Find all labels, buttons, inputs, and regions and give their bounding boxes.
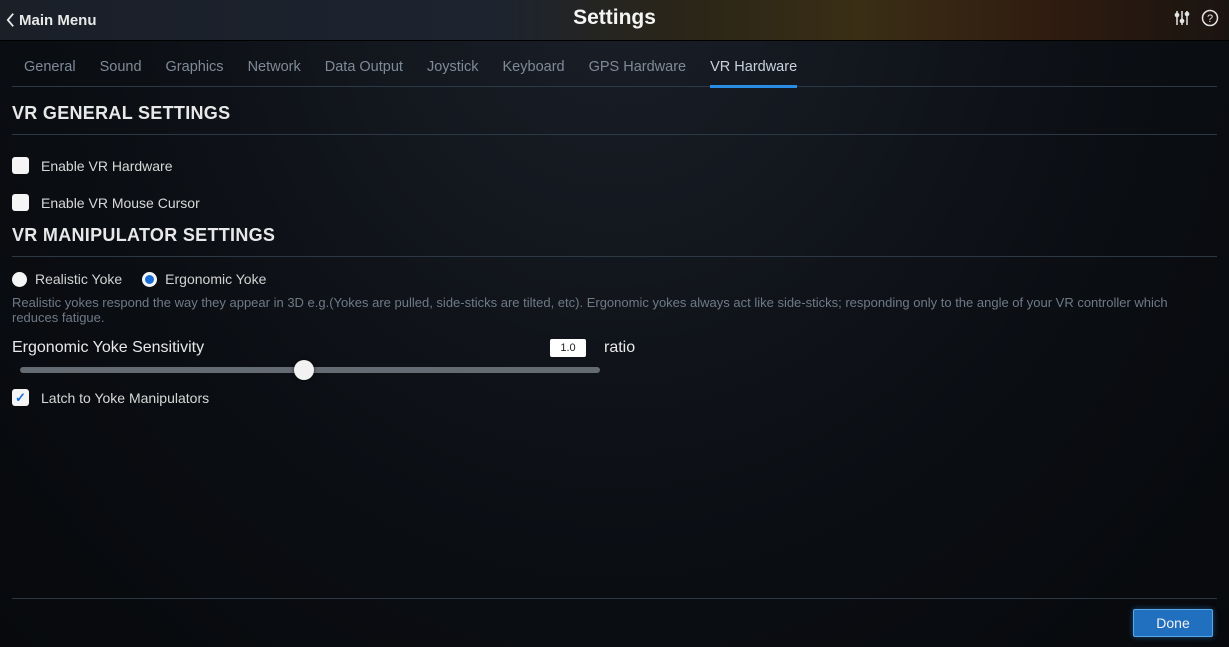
tab-sound[interactable]: Sound xyxy=(100,53,142,86)
label-enable-vr-mouse: Enable VR Mouse Cursor xyxy=(41,195,200,211)
section-title-vr-general: VR GENERAL SETTINGS xyxy=(12,87,1217,135)
radio-ergonomic-yoke-label: Ergonomic Yoke xyxy=(165,271,266,287)
row-latch-yoke: Latch to Yoke Manipulators xyxy=(12,379,1217,410)
tabs-bar: General Sound Graphics Network Data Outp… xyxy=(12,41,1217,87)
tab-network[interactable]: Network xyxy=(248,53,301,86)
sensitivity-thumb[interactable] xyxy=(294,360,314,380)
chevron-left-icon xyxy=(6,12,15,28)
radio-ergonomic-yoke[interactable]: Ergonomic Yoke xyxy=(142,271,266,287)
checkbox-latch-yoke[interactable] xyxy=(12,389,29,406)
sensitivity-input[interactable] xyxy=(550,339,586,357)
sensitivity-track xyxy=(20,367,600,373)
sliders-icon[interactable] xyxy=(1173,9,1191,32)
checkbox-enable-vr-mouse[interactable] xyxy=(12,194,29,211)
page-title: Settings xyxy=(573,6,656,30)
row-enable-vr-mouse: Enable VR Mouse Cursor xyxy=(12,178,1217,215)
radio-realistic-yoke[interactable]: Realistic Yoke xyxy=(12,271,122,287)
tab-vr-hardware[interactable]: VR Hardware xyxy=(710,53,797,88)
tab-data-output[interactable]: Data Output xyxy=(325,53,403,86)
row-enable-vr-hardware: Enable VR Hardware xyxy=(12,135,1217,178)
radio-realistic-yoke-label: Realistic Yoke xyxy=(35,271,122,287)
help-icon[interactable]: ? xyxy=(1201,9,1219,32)
header-bar: Main Menu Settings ? xyxy=(0,0,1229,41)
tab-general[interactable]: General xyxy=(24,53,76,86)
done-button[interactable]: Done xyxy=(1133,609,1213,637)
back-button[interactable]: Main Menu xyxy=(6,12,97,29)
tab-keyboard[interactable]: Keyboard xyxy=(503,53,565,86)
back-label: Main Menu xyxy=(19,12,97,29)
tab-joystick[interactable]: Joystick xyxy=(427,53,479,86)
sensitivity-row: Ergonomic Yoke Sensitivity ratio xyxy=(12,335,1217,357)
sensitivity-slider[interactable] xyxy=(12,357,608,379)
sensitivity-label: Ergonomic Yoke Sensitivity xyxy=(12,339,532,357)
radio-ergonomic-yoke-indicator xyxy=(142,272,157,287)
checkbox-enable-vr-hardware[interactable] xyxy=(12,157,29,174)
tab-graphics[interactable]: Graphics xyxy=(166,53,224,86)
label-enable-vr-hardware: Enable VR Hardware xyxy=(41,158,173,174)
footer: Done xyxy=(12,598,1217,647)
sensitivity-unit: ratio xyxy=(604,339,635,357)
section-title-vr-manipulator: VR MANIPULATOR SETTINGS xyxy=(12,215,1217,257)
radio-realistic-yoke-indicator xyxy=(12,272,27,287)
svg-text:?: ? xyxy=(1207,13,1213,25)
yoke-mode-group: Realistic Yoke Ergonomic Yoke xyxy=(12,257,1217,293)
tab-gps-hardware[interactable]: GPS Hardware xyxy=(589,53,687,86)
label-latch-yoke: Latch to Yoke Manipulators xyxy=(41,390,209,406)
yoke-mode-description: Realistic yokes respond the way they app… xyxy=(12,293,1212,335)
